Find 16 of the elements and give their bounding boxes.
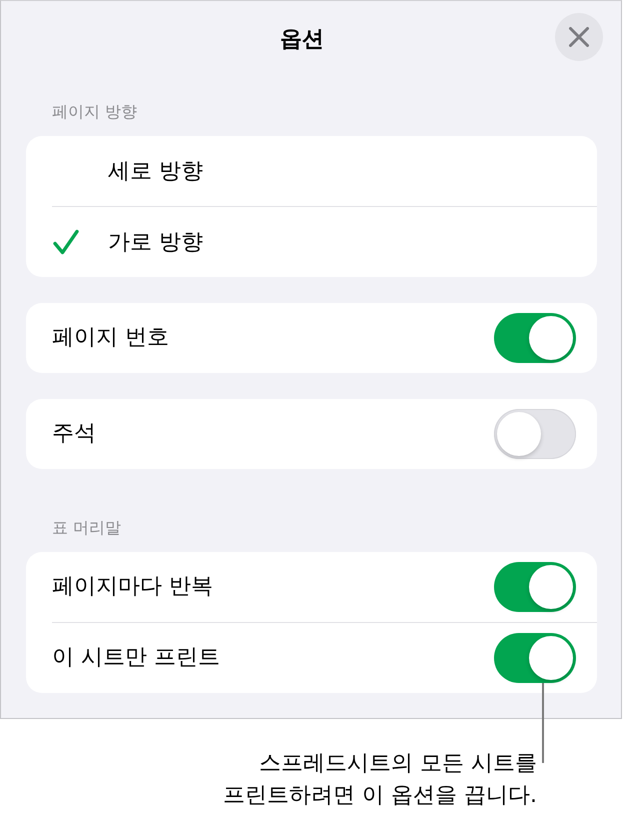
toggle-switch[interactable]: [494, 562, 576, 612]
dialog-title: 옵션: [280, 26, 324, 54]
toggle-switch[interactable]: [494, 313, 576, 363]
orientation-option[interactable]: 세로 방향: [26, 136, 597, 206]
setting-label: 이 시트만 프린트: [52, 644, 221, 672]
callout-text: 스프레드시트의 모든 시트를 프린트하려면 이 옵션을 끕니다.: [223, 750, 537, 810]
section-header: 페이지 방향: [51, 101, 138, 123]
toggle-switch[interactable]: [494, 633, 576, 683]
section-header: 표 머리말: [51, 517, 122, 539]
setting-label: 페이지 번호: [52, 324, 170, 352]
setting-label: 주석: [52, 420, 97, 448]
orientation-option[interactable]: 가로 방향: [26, 207, 597, 277]
close-icon: [569, 27, 589, 47]
toggle-switch[interactable]: [494, 409, 576, 459]
setting-label: 페이지마다 반복: [52, 573, 214, 601]
close-button[interactable]: [555, 13, 603, 61]
